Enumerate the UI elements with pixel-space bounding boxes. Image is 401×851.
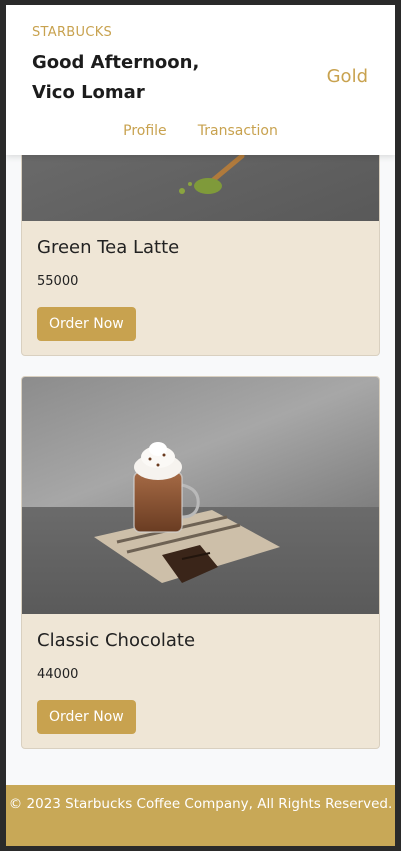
nav-transaction[interactable]: Transaction [198,123,278,139]
greeting-text: Good Afternoon, [32,52,200,73]
header-nav: Profile Transaction [6,120,395,139]
product-price: 44000 [37,667,79,682]
app-header: STARBUCKS Good Afternoon, Vico Lomar Gol… [6,5,395,155]
nav-profile[interactable]: Profile [123,123,167,139]
brand-name: STARBUCKS [32,25,113,40]
copyright-text: © 2023 Starbucks Coffee Company, All Rig… [8,796,393,812]
product-card: Classic Chocolate 44000 Order Now [21,376,380,749]
order-now-button[interactable]: Order Now [37,307,136,341]
order-now-button[interactable]: Order Now [37,700,136,734]
product-price: 55000 [37,274,79,289]
app-frame: Green Tea Latte 55000 Order Now Classic … [6,5,395,846]
membership-tier: Gold [326,66,368,87]
product-name: Classic Chocolate [37,630,196,651]
footer: © 2023 Starbucks Coffee Company, All Rig… [6,785,395,846]
product-image [22,377,379,614]
product-name: Green Tea Latte [37,237,180,258]
user-name: Vico Lomar [32,82,145,103]
greeting: Good Afternoon, Vico Lomar [32,48,232,108]
